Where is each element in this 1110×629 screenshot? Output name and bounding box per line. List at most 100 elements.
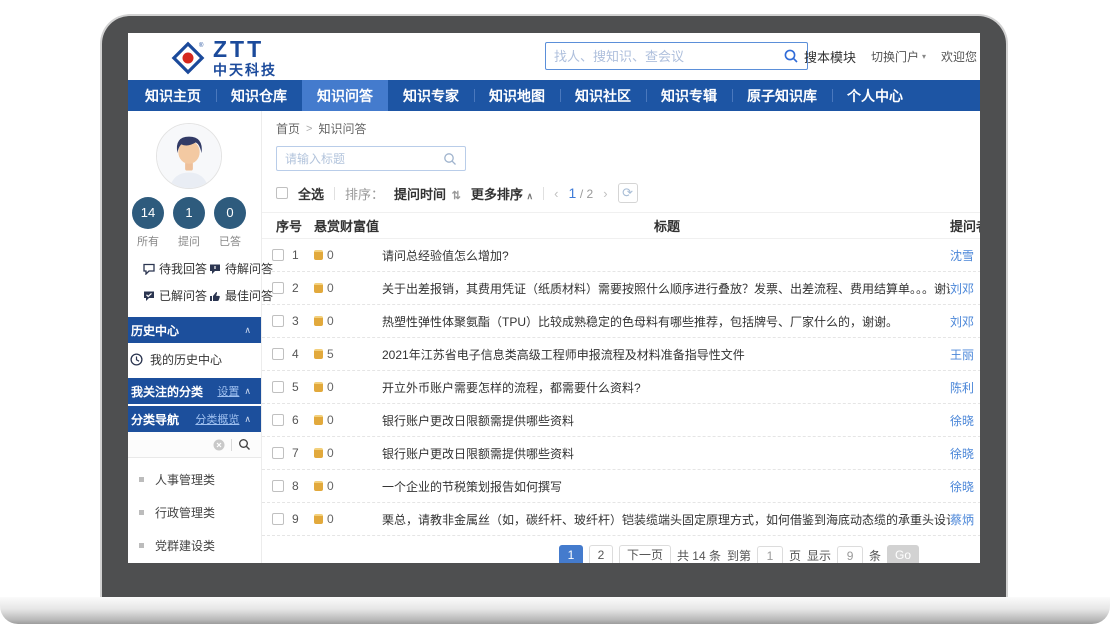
link-awaiting-my-answer[interactable]: 待我回答 [143, 260, 209, 277]
table-row: 6 0 银行账户更改日限额需提供哪些资料 徐晓 [262, 404, 980, 437]
nav-item-knowledge-community[interactable]: 知识社区 [560, 80, 646, 111]
chevron-left-icon[interactable]: ‹ [554, 186, 558, 201]
nav-item-knowledge-home[interactable]: 知识主页 [130, 80, 216, 111]
row-checkbox[interactable] [272, 447, 284, 459]
nav-item-knowledge-expert[interactable]: 知识专家 [388, 80, 474, 111]
title-filter-box[interactable] [276, 146, 466, 171]
breadcrumb-home[interactable]: 首页 [276, 120, 300, 137]
asker-link[interactable]: 徐晓 [950, 478, 980, 495]
category-nav-header[interactable]: 分类导航 分类概览 ∧ [128, 406, 261, 432]
laptop-base [0, 597, 1110, 624]
search-icon[interactable] [238, 438, 251, 451]
breadcrumb: 首页 > 知识问答 [262, 111, 980, 137]
qa-table: 序号 悬赏财富值 标题 提问者 1 0 请问总经验值怎么增加? 沈雪 [262, 212, 980, 536]
select-all-checkbox[interactable] [276, 187, 288, 199]
category-item-admin[interactable]: 行政管理类 [128, 496, 261, 529]
stat-answered[interactable]: 0 已答 [214, 197, 247, 249]
laptop-frame: ® ZTT 中天科技 搜本模块 [100, 14, 1008, 598]
thumbs-up-icon [209, 290, 221, 302]
nav-item-knowledge-album[interactable]: 知识专辑 [646, 80, 732, 111]
nav-item-personal-center[interactable]: 个人中心 [832, 80, 918, 111]
question-title[interactable]: 关于出差报销，其费用凭证（纸质材料）需要按照什么顺序进行叠放？发票、出差流程、费… [382, 280, 950, 297]
nav-item-atomic-kb[interactable]: 原子知识库 [732, 80, 832, 111]
asker-link[interactable]: 蔡炳 [950, 511, 980, 528]
link-solved-questions[interactable]: 已解问答 [143, 287, 209, 304]
stat-asked[interactable]: 1 提问 [173, 197, 206, 249]
row-checkbox[interactable] [272, 348, 284, 360]
chevron-up-icon: ∧ [244, 414, 251, 425]
search-icon[interactable] [783, 48, 799, 64]
settings-link[interactable]: 设置 [217, 383, 239, 399]
asker-link[interactable]: 刘邓 [950, 280, 980, 297]
bullet-icon [139, 510, 144, 515]
clear-circle-icon[interactable] [213, 439, 225, 451]
row-checkbox[interactable] [272, 480, 284, 492]
question-title[interactable]: 热塑性弹性体聚氨酯（TPU）比较成熟稳定的色母料有哪些推荐，包括牌号、厂家什么的… [382, 313, 950, 330]
chevron-up-icon: ∧ [244, 325, 251, 336]
page-button-1[interactable]: 1 [559, 545, 583, 563]
my-history-item[interactable]: 我的历史中心 [128, 343, 261, 376]
search-module-link[interactable]: 搜本模块 [804, 47, 856, 66]
coin-icon [314, 448, 323, 458]
sort-label: 排序： [345, 184, 384, 203]
category-search-bar[interactable] [128, 432, 261, 458]
select-all-label[interactable]: 全选 [298, 184, 324, 203]
row-checkbox[interactable] [272, 282, 284, 294]
go-button[interactable]: Go [887, 545, 919, 563]
chevron-down-icon: ▾ [922, 52, 926, 61]
category-item-hr[interactable]: 人事管理类 [128, 463, 261, 496]
divider [334, 187, 335, 200]
question-title[interactable]: 银行账户更改日限额需提供哪些资料 [382, 412, 950, 429]
global-search-box[interactable] [545, 42, 808, 70]
global-search-input[interactable] [554, 49, 783, 64]
nav-item-knowledge-map[interactable]: 知识地图 [474, 80, 560, 111]
main-nav: 知识主页 知识仓库 知识问答 知识专家 知识地图 知识社区 知识专辑 原子知识库… [128, 80, 980, 111]
sort-by-time[interactable]: 提问时间 ⇅ [394, 184, 461, 203]
asker-link[interactable]: 徐晓 [950, 445, 980, 462]
page-size-input[interactable] [837, 546, 863, 564]
sort-arrows-icon[interactable]: ⇅ [452, 190, 461, 202]
asker-link[interactable]: 陈利 [950, 379, 980, 396]
total-count: 共 14 条 [677, 547, 721, 563]
breadcrumb-current: 知识问答 [318, 120, 366, 137]
history-clock-icon [130, 353, 143, 366]
row-checkbox[interactable] [272, 315, 284, 327]
search-icon[interactable] [443, 152, 457, 166]
nav-item-knowledge-repo[interactable]: 知识仓库 [216, 80, 302, 111]
followed-categories-header[interactable]: 我关注的分类 设置 ∧ [128, 378, 261, 404]
stat-all[interactable]: 14 所有 [132, 197, 165, 249]
table-row: 8 0 一个企业的节税策划报告如何撰写 徐晓 [262, 470, 980, 503]
category-item-party[interactable]: 党群建设类 [128, 529, 261, 562]
goto-page-input[interactable] [757, 546, 783, 564]
coin-icon [314, 415, 323, 425]
ztt-logo-icon: ® [169, 39, 207, 77]
page-button-2[interactable]: 2 [589, 545, 613, 563]
asker-link[interactable]: 徐晓 [950, 412, 980, 429]
question-title[interactable]: 2021年江苏省电子信息类高级工程师申报流程及材料准备指导性文件 [382, 346, 950, 363]
chevron-right-icon[interactable]: › [603, 186, 607, 201]
question-title[interactable]: 银行账户更改日限额需提供哪些资料 [382, 445, 950, 462]
asker-link[interactable]: 沈雪 [950, 247, 980, 264]
user-avatar[interactable] [156, 123, 222, 189]
question-title[interactable]: 一个企业的节税策划报告如何撰写 [382, 478, 950, 495]
row-checkbox[interactable] [272, 513, 284, 525]
question-title[interactable]: 请问总经验值怎么增加? [382, 247, 950, 264]
asker-link[interactable]: 王丽 [950, 346, 980, 363]
category-overview-link[interactable]: 分类概览 [195, 411, 239, 427]
next-page-button[interactable]: 下一页 [619, 545, 671, 563]
asker-link[interactable]: 刘邓 [950, 313, 980, 330]
history-section-header[interactable]: 历史中心 ∧ [128, 317, 261, 343]
row-checkbox[interactable] [272, 381, 284, 393]
switch-portal-menu[interactable]: 切换门户 ▾ [871, 48, 926, 65]
more-sort[interactable]: 更多排序 ∧ [471, 184, 533, 203]
row-checkbox[interactable] [272, 414, 284, 426]
question-title[interactable]: 开立外币账户需要怎样的流程，都需要什么资料? [382, 379, 950, 396]
row-checkbox[interactable] [272, 249, 284, 261]
coin-icon [314, 481, 323, 491]
question-title[interactable]: 栗总，请教非金属丝（如，碳纤杆、玻纤杆）铠装缆端头固定原理方式，如何借鉴到海底动… [382, 511, 950, 528]
nav-item-knowledge-qa[interactable]: 知识问答 [302, 80, 388, 111]
divider [231, 439, 232, 451]
category-item-finance[interactable]: 财务管理类 [128, 562, 261, 563]
title-filter-input[interactable] [285, 152, 443, 166]
refresh-icon[interactable]: ⟳ [618, 183, 638, 203]
